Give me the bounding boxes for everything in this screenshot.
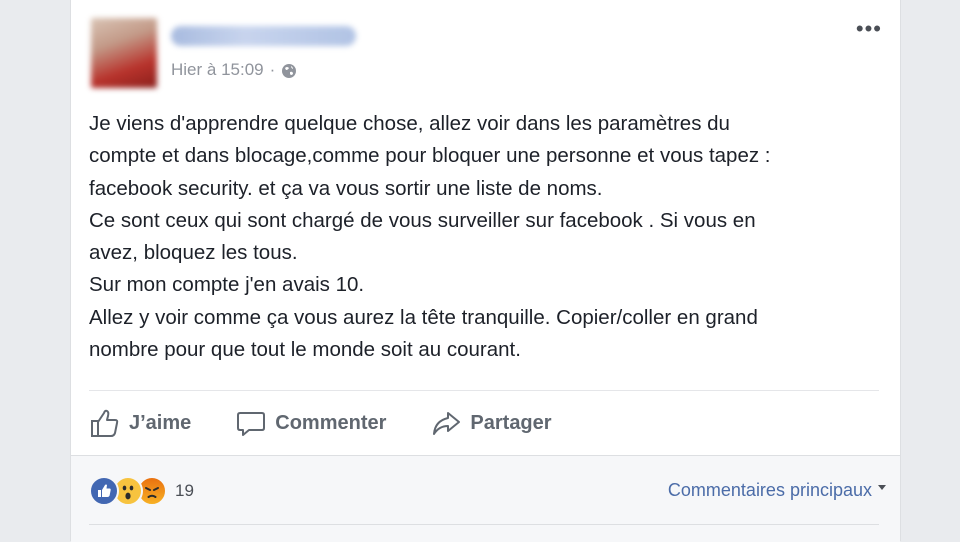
like-label: J’aime — [129, 411, 192, 434]
post-text-line: facebook security. et ça va vous sortir … — [89, 176, 603, 200]
author-name[interactable] — [171, 26, 356, 46]
post-text-line: Ce sont ceux qui sont chargé de vous sur… — [89, 208, 756, 232]
reaction-count: 19 — [175, 481, 194, 500]
post-text-line: Sur mon compte j'en avais 10. — [89, 273, 365, 297]
action-bar: J’aime Commenter Partager — [89, 402, 596, 444]
like-button[interactable]: J’aime — [89, 407, 191, 439]
post-footer: 19 Commentaires principaux — [71, 455, 900, 542]
post-text-line: compte et dans blocage,comme pour bloque… — [89, 144, 771, 168]
share-label: Partager — [470, 411, 552, 434]
post-meta: Hier à 15:09 · — [171, 60, 297, 80]
comments-sort-dropdown[interactable]: Commentaires principaux — [668, 480, 886, 501]
avatar[interactable] — [91, 18, 157, 88]
divider — [89, 390, 879, 391]
post-text-line: avez, bloquez les tous. — [89, 241, 298, 265]
more-options-icon[interactable]: ••• — [856, 18, 882, 40]
caret-down-icon — [878, 485, 886, 490]
thumbs-up-icon — [91, 409, 119, 437]
comments-sort-label: Commentaires principaux — [667, 480, 872, 500]
reactions-summary[interactable]: 19 — [89, 476, 194, 506]
comment-label: Commenter — [275, 411, 387, 434]
timestamp[interactable]: Hier à 15:09 — [171, 60, 264, 80]
post-text-line: Allez y voir comme ça vous aurez la tête… — [89, 305, 758, 329]
share-button[interactable]: Partager — [430, 407, 552, 439]
post-text-line: nombre pour que tout le monde soit au co… — [89, 338, 521, 362]
comment-button[interactable]: Commenter — [235, 407, 386, 439]
post-text-line: Je viens d'apprendre quelque chose, alle… — [89, 112, 730, 135]
comment-icon — [237, 412, 266, 436]
divider — [89, 524, 879, 525]
meta-separator: · — [269, 60, 276, 79]
globe-icon[interactable] — [281, 63, 297, 79]
post-card: Hier à 15:09 · ••• Je viens d'apprendre … — [70, 0, 901, 542]
share-icon — [433, 412, 461, 435]
post-body: Je viens d'apprendre quelque chose, alle… — [89, 108, 879, 366]
like-reaction-icon — [89, 476, 119, 506]
